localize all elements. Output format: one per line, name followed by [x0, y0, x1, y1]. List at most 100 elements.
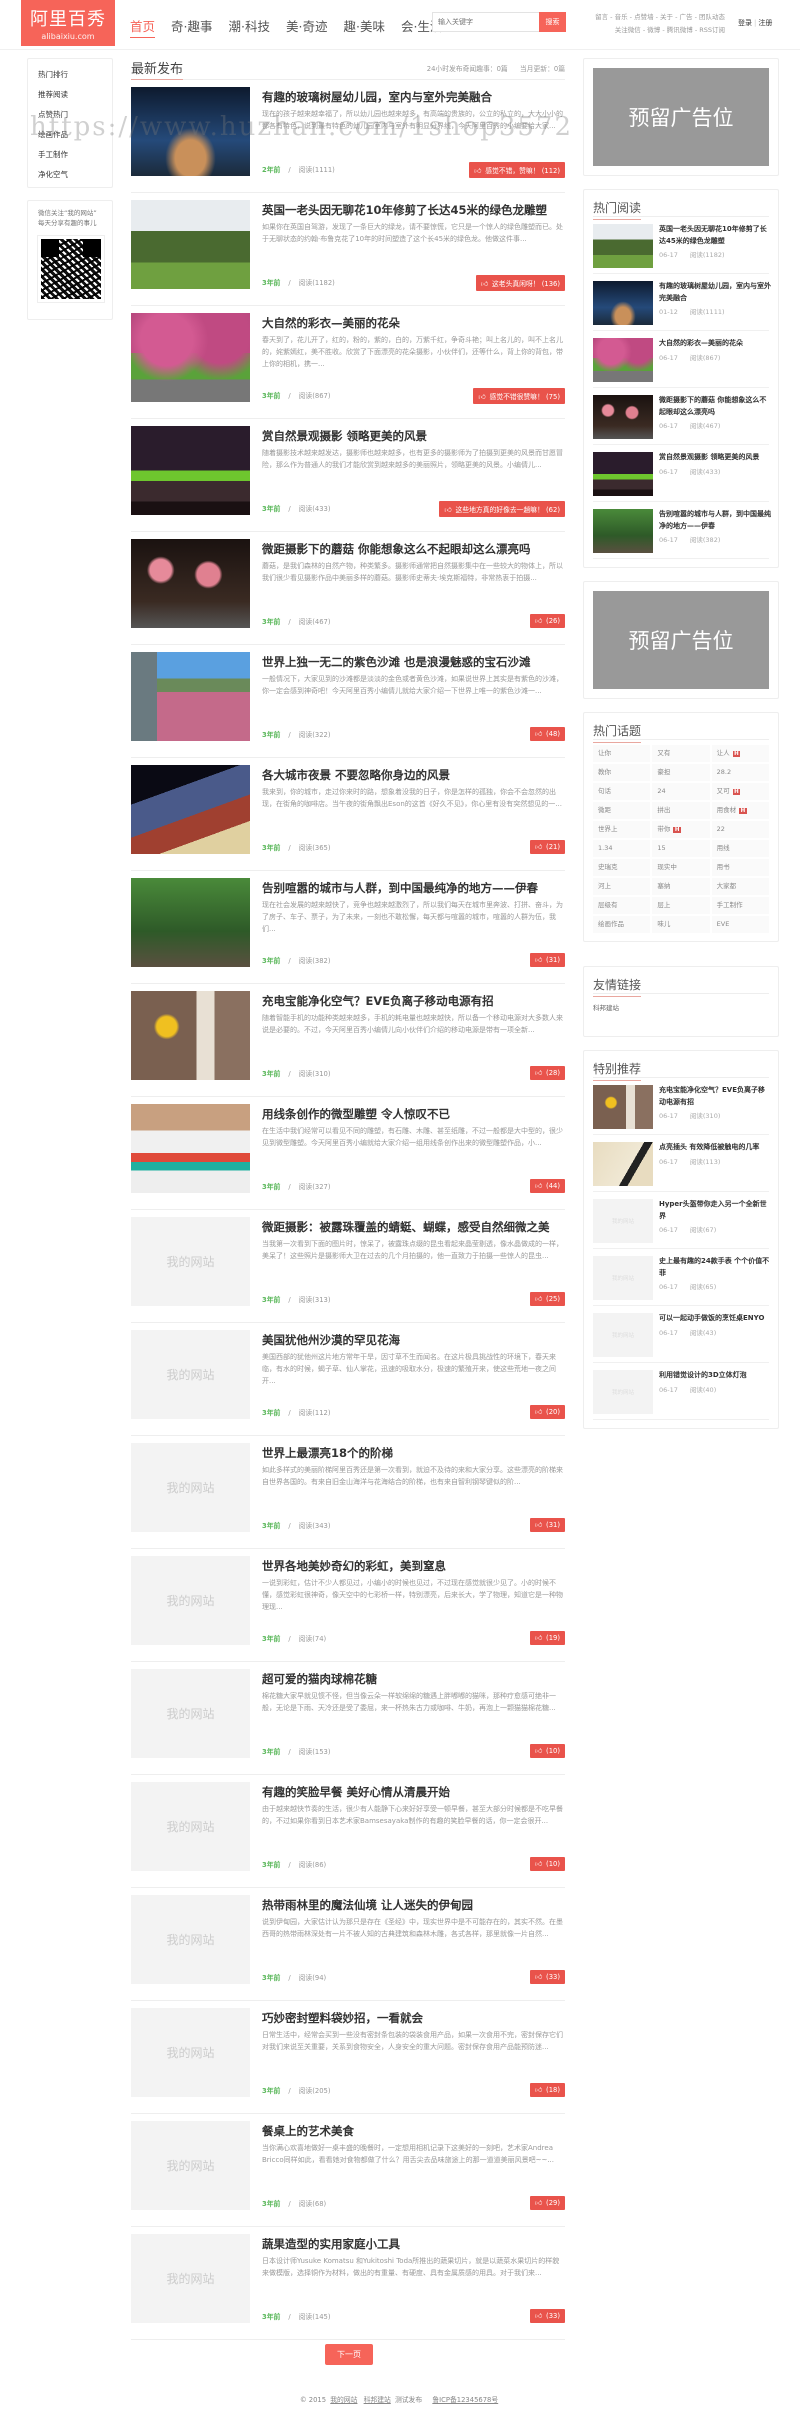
- article-thumbnail[interactable]: [131, 652, 250, 741]
- topic-tag[interactable]: 24: [652, 783, 710, 800]
- like-button[interactable]: 👍︎ (31): [529, 953, 565, 967]
- article-thumbnail[interactable]: 我的网站: [131, 1669, 250, 1758]
- topic-tag[interactable]: 又可 H: [711, 783, 769, 800]
- article-title[interactable]: 告别喧嚣的城市与人群，到中国最纯净的地方——伊春: [262, 880, 562, 896]
- article-title[interactable]: 蔬果造型的实用家庭小工具: [262, 2236, 562, 2252]
- top-links-row-1[interactable]: 留言 - 音乐 - 点赞墙 - 关于 - 广告 - 团队动态: [575, 11, 725, 24]
- article-thumbnail[interactable]: 我的网站: [131, 2008, 250, 2097]
- article-title[interactable]: 餐桌上的艺术美食: [262, 2123, 562, 2139]
- side-thumbnail[interactable]: 我的网站: [593, 1313, 653, 1357]
- like-button[interactable]: 👍︎ (48): [529, 727, 565, 741]
- article-title[interactable]: 微距摄影：被露珠覆盖的蜻蜓、蝴蝶，感受自然细微之美: [262, 1219, 562, 1235]
- topic-tag[interactable]: 层级有: [593, 897, 651, 914]
- nav-tech[interactable]: 潮·科技: [229, 16, 270, 38]
- side-item-title[interactable]: Hyper头盔带你走入另一个全新世界: [659, 1200, 767, 1220]
- ad-slot-2[interactable]: 预留广告位: [583, 581, 779, 699]
- article-thumbnail[interactable]: 我的网站: [131, 1330, 250, 1419]
- article-title[interactable]: 有趣的笑脸早餐 美好心情从清晨开始: [262, 1784, 562, 1800]
- side-item-title[interactable]: 充电宝能净化空气？EVE负离子移动电源有招: [659, 1086, 765, 1106]
- like-button[interactable]: 👍︎ (21): [529, 840, 565, 854]
- footer-builder-link[interactable]: 科邦建站: [364, 2396, 391, 2404]
- left-menu-item[interactable]: 点赞热门: [38, 105, 112, 125]
- article-title[interactable]: 巧妙密封塑料袋妙招，一看就会: [262, 2010, 562, 2026]
- search-input[interactable]: [432, 12, 539, 32]
- article-thumbnail[interactable]: 我的网站: [131, 1895, 250, 1984]
- topic-tag[interactable]: 28.2: [711, 764, 769, 781]
- topic-tag[interactable]: 用食材 H: [711, 802, 769, 819]
- side-thumbnail[interactable]: 我的网站: [593, 1370, 653, 1414]
- article-thumbnail[interactable]: [131, 878, 250, 967]
- left-menu-item[interactable]: 推荐阅读: [38, 85, 112, 105]
- article-thumbnail[interactable]: [131, 87, 250, 176]
- topic-tag[interactable]: 微距: [593, 802, 651, 819]
- side-item-title[interactable]: 史上最有趣的24款手表 个个价值不菲: [659, 1257, 769, 1277]
- friend-link[interactable]: 科邦建站: [593, 1004, 619, 1012]
- nav-home[interactable]: 首页: [130, 16, 156, 38]
- side-thumbnail[interactable]: [593, 452, 653, 496]
- topic-tag[interactable]: 让你: [593, 745, 651, 762]
- article-thumbnail[interactable]: 我的网站: [131, 2234, 250, 2323]
- side-item-title[interactable]: 告别喧嚣的城市与人群，到中国最纯净的地方——伊春: [659, 510, 771, 530]
- left-menu-item[interactable]: 绘画作品: [38, 125, 112, 145]
- like-button[interactable]: 👍︎ (10): [529, 1857, 565, 1871]
- side-item-title[interactable]: 利用错觉设计的3D立体灯泡: [659, 1371, 747, 1379]
- topic-tag[interactable]: 1.34: [593, 840, 651, 857]
- side-item-title[interactable]: 赏自然景观摄影 领略更美的风景: [659, 453, 759, 461]
- side-item-title[interactable]: 点亮插头 有效降低被触电的几率: [659, 1143, 759, 1151]
- nav-oddities[interactable]: 奇·趣事: [171, 16, 212, 38]
- topic-tag[interactable]: 带你 H: [652, 821, 710, 838]
- topic-tag[interactable]: 教你: [593, 764, 651, 781]
- next-page-button[interactable]: 下一页: [325, 2344, 373, 2365]
- like-button[interactable]: 👍︎ 感觉不错，赞嘛！ (112): [469, 162, 565, 178]
- side-thumbnail[interactable]: 我的网站: [593, 1256, 653, 1300]
- article-title[interactable]: 各大城市夜景 不要忽略你身边的风景: [262, 767, 562, 783]
- like-button[interactable]: 👍︎ 感觉不错很赞嘛！ (75): [473, 388, 565, 404]
- article-title[interactable]: 英国一老头因无聊花10年修剪了长达45米的绿色龙雕塑: [262, 202, 562, 218]
- site-logo[interactable]: 阿里百秀 alibaixiu.com: [21, 0, 115, 46]
- nav-wonders[interactable]: 美·奇迹: [286, 16, 327, 38]
- topic-tag[interactable]: 豪担: [652, 764, 710, 781]
- like-button[interactable]: 👍︎ 这些地方真的好像去一趟嘛！ (62): [439, 501, 565, 517]
- article-title[interactable]: 美国犹他州沙漠的罕见花海: [262, 1332, 562, 1348]
- article-thumbnail[interactable]: 我的网站: [131, 1556, 250, 1645]
- article-thumbnail[interactable]: 我的网站: [131, 1782, 250, 1871]
- left-menu-item[interactable]: 热门排行: [38, 65, 112, 85]
- article-thumbnail[interactable]: [131, 765, 250, 854]
- top-links-row-2[interactable]: 关注微信 - 微博 - 腾讯微博 - RSS订阅: [575, 24, 725, 37]
- like-button[interactable]: 👍︎ (28): [529, 1066, 565, 1080]
- article-title[interactable]: 世界上最漂亮18个的阶梯: [262, 1445, 562, 1461]
- footer-site-link[interactable]: 我的网站: [330, 2396, 357, 2404]
- register-link[interactable]: 注册: [758, 19, 772, 27]
- article-title[interactable]: 世界上独一无二的紫色沙滩 也是浪漫魅惑的宝石沙滩: [262, 654, 562, 670]
- side-thumbnail[interactable]: [593, 509, 653, 553]
- article-thumbnail[interactable]: [131, 313, 250, 402]
- article-title[interactable]: 世界各地美妙奇幻的彩虹，美到窒息: [262, 1558, 562, 1574]
- article-thumbnail[interactable]: [131, 991, 250, 1080]
- side-item-title[interactable]: 大自然的彩衣—美丽的花朵: [659, 339, 743, 347]
- topic-tag[interactable]: 河上: [593, 878, 651, 895]
- article-title[interactable]: 微距摄影下的蘑菇 你能想象这么不起眼却这么漂亮吗: [262, 541, 562, 557]
- like-button[interactable]: 👍︎ (33): [529, 1970, 565, 1984]
- article-thumbnail[interactable]: [131, 1104, 250, 1193]
- side-thumbnail[interactable]: 我的网站: [593, 1199, 653, 1243]
- like-button[interactable]: 👍︎ (20): [529, 1405, 565, 1419]
- article-title[interactable]: 用线条创作的微型雕塑 令人惊叹不已: [262, 1106, 562, 1122]
- topic-tag[interactable]: 用书: [711, 859, 769, 876]
- ad-slot-1[interactable]: 预留广告位: [583, 58, 779, 176]
- footer-icp-link[interactable]: 鲁ICP备12345678号: [432, 2396, 498, 2404]
- like-button[interactable]: 👍︎ (33): [529, 2309, 565, 2323]
- like-button[interactable]: 👍︎ (44): [529, 1179, 565, 1193]
- topic-tag[interactable]: 世界上: [593, 821, 651, 838]
- topic-tag[interactable]: 味儿: [652, 916, 710, 933]
- article-title[interactable]: 赏自然景观摄影 领略更美的风景: [262, 428, 562, 444]
- like-button[interactable]: 👍︎ (19): [529, 1631, 565, 1645]
- left-menu-item[interactable]: 净化空气: [38, 165, 112, 185]
- side-item-title[interactable]: 有趣的玻璃树屋幼儿园，室内与室外完美融合: [659, 282, 771, 302]
- like-button[interactable]: 👍︎ (29): [529, 2196, 565, 2210]
- topic-tag[interactable]: 绘画作品: [593, 916, 651, 933]
- side-thumbnail[interactable]: [593, 338, 653, 382]
- article-title[interactable]: 大自然的彩衣—美丽的花朵: [262, 315, 562, 331]
- article-thumbnail[interactable]: 我的网站: [131, 2121, 250, 2210]
- like-button[interactable]: 👍︎ (26): [529, 614, 565, 628]
- side-thumbnail[interactable]: [593, 1085, 653, 1129]
